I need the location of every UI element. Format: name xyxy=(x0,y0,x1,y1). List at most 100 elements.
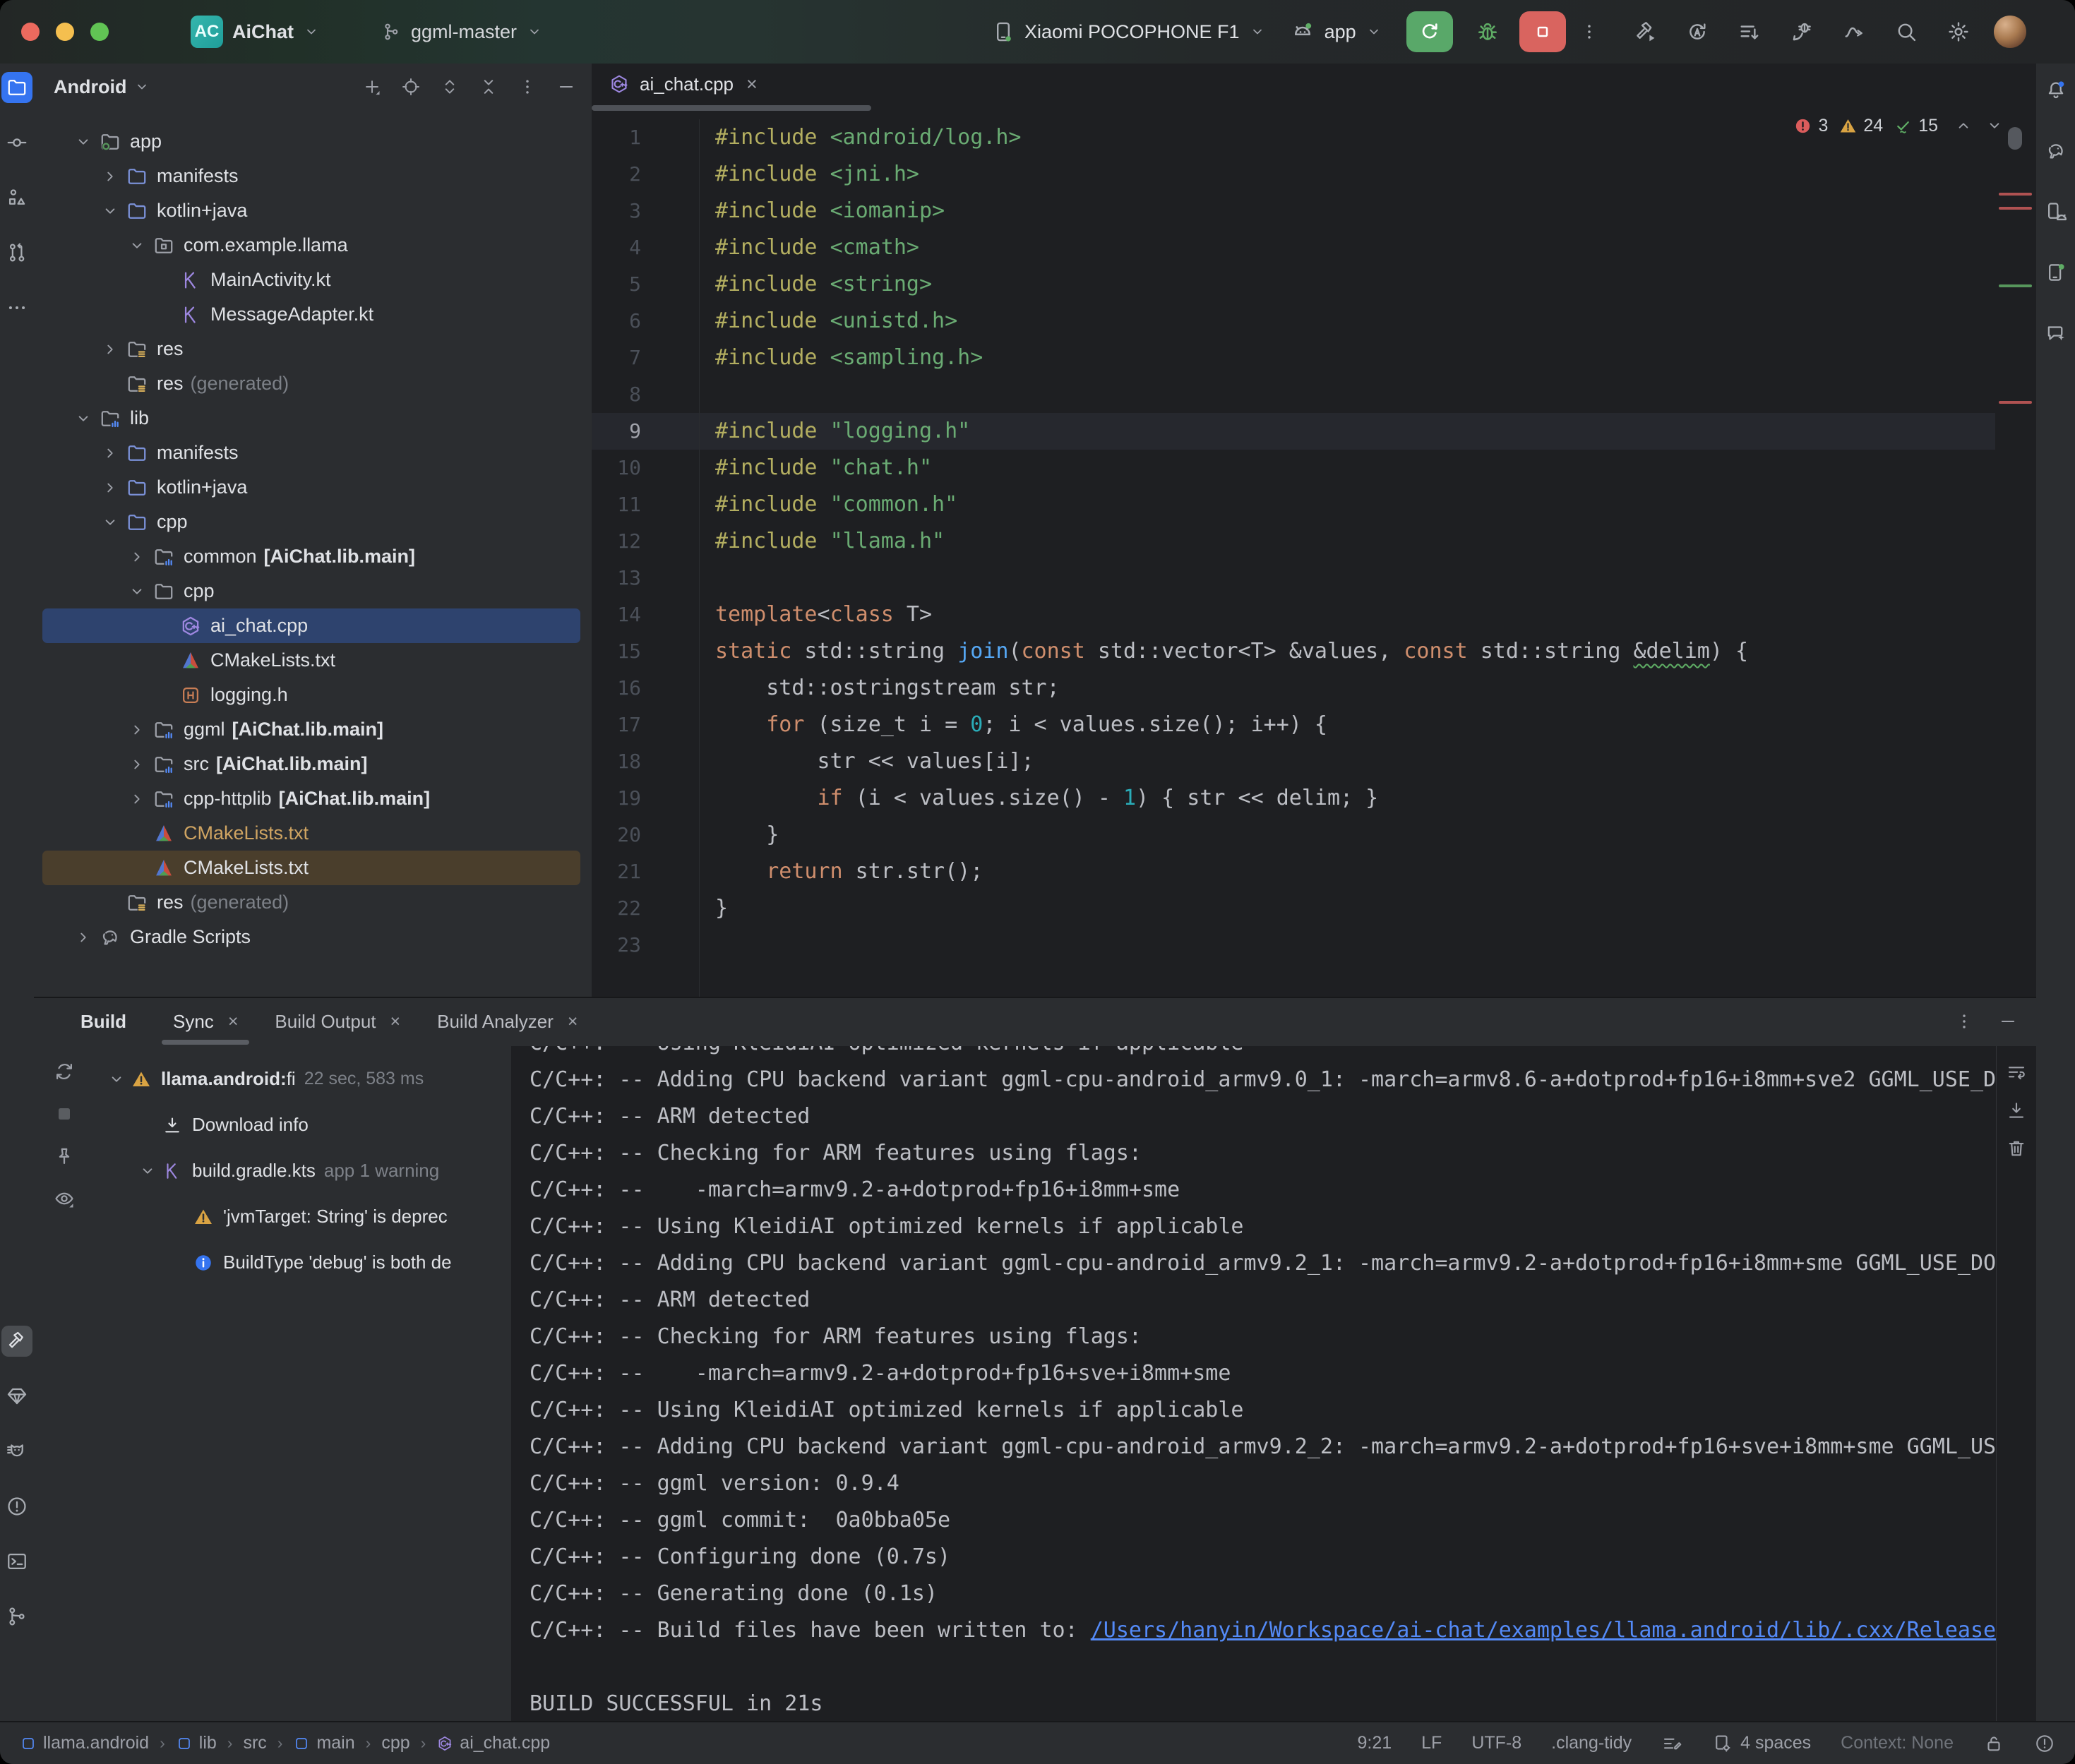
stop-build-icon[interactable] xyxy=(53,1103,76,1125)
project-selector[interactable]: AC AiChat xyxy=(191,16,320,48)
profiler-icon[interactable] xyxy=(1837,15,1871,49)
breadcrumb-cpp[interactable]: cpp xyxy=(381,1733,409,1753)
tree-item-cpp-httplib[interactable]: cpp-httplib [AiChat.lib.main] xyxy=(42,781,580,816)
tree-item-cmakelists-txt[interactable]: CMakeLists.txt xyxy=(42,816,580,851)
tree-item-app[interactable]: app xyxy=(42,124,580,159)
notifications-bell-icon[interactable] xyxy=(2040,75,2071,106)
build-tree-item-llama-android[interactable]: llama.android: fi22 sec, 583 ms xyxy=(95,1056,511,1102)
code-line-13[interactable]: 13 xyxy=(592,560,1995,596)
code-line-9[interactable]: 9#include "logging.h" xyxy=(592,413,1995,450)
chevron-right-icon[interactable] xyxy=(126,719,148,741)
editor-scrollbar-thumb[interactable] xyxy=(2008,127,2022,150)
error-stripe-mark[interactable] xyxy=(1999,401,2032,404)
chevron-right-icon[interactable] xyxy=(99,476,121,499)
device-selector[interactable]: Xiaomi POCOPHONE F1 xyxy=(991,20,1266,44)
build-tree-item-build-gradle-kts[interactable]: build.gradle.kts app 1 warning xyxy=(95,1148,511,1194)
chevron-right-icon[interactable] xyxy=(72,926,95,949)
add-icon[interactable] xyxy=(362,77,382,97)
tree-item-manifests[interactable]: manifests xyxy=(42,436,580,470)
error-stripe-mark[interactable] xyxy=(1999,284,2032,287)
attach-debugger-icon[interactable] xyxy=(1785,15,1819,49)
minimize-window-button[interactable] xyxy=(56,23,74,41)
more-run-actions-button[interactable] xyxy=(1579,15,1600,49)
ai-context[interactable]: Context: None xyxy=(1841,1733,1954,1753)
code-line-23[interactable]: 23 xyxy=(592,927,1995,964)
chevron-down-icon[interactable] xyxy=(99,200,121,222)
collapse-all-icon[interactable] xyxy=(479,77,498,97)
close-window-button[interactable] xyxy=(21,23,40,41)
build-window-label[interactable]: Build xyxy=(80,998,126,1045)
tree-item-manifests[interactable]: manifests xyxy=(42,159,580,193)
code-line-17[interactable]: 17 for (size_t i = 0; i < values.size();… xyxy=(592,707,1995,743)
expand-all-icon[interactable] xyxy=(440,77,460,97)
filter-eye-icon[interactable] xyxy=(53,1187,76,1210)
breadcrumb-main[interactable]: main xyxy=(293,1733,354,1753)
soft-wrap-icon[interactable] xyxy=(2006,1062,2027,1083)
commit-icon[interactable] xyxy=(1,127,32,158)
code-line-12[interactable]: 12#include "llama.h" xyxy=(592,523,1995,560)
error-stripe[interactable] xyxy=(1995,104,2036,997)
tab-sync[interactable]: Sync× xyxy=(155,998,256,1045)
close-tab-icon[interactable]: × xyxy=(568,1012,578,1032)
gradle-icon[interactable] xyxy=(2040,136,2071,167)
tree-item-ai-chat-cpp[interactable]: ai_chat.cpp xyxy=(42,608,580,643)
tree-item-messageadapter-kt[interactable]: MessageAdapter.kt xyxy=(42,297,580,332)
tree-item-res[interactable]: res xyxy=(42,332,580,366)
line-separator[interactable]: LF xyxy=(1421,1733,1442,1753)
build-tree-item-buildtype-debug-is-both-de[interactable]: BuildType 'debug' is both de xyxy=(95,1240,511,1285)
hide-panel-icon[interactable] xyxy=(556,77,576,97)
build-panel-options-icon[interactable] xyxy=(1954,1012,1974,1031)
build-tree-item-download-info[interactable]: Download info xyxy=(95,1102,511,1148)
file-encoding[interactable]: UTF-8 xyxy=(1471,1733,1521,1753)
vcs-branch-selector[interactable]: ggml-master xyxy=(381,21,543,43)
structure-icon[interactable] xyxy=(1,182,32,213)
code-line-5[interactable]: 5#include <string> xyxy=(592,266,1995,303)
breadcrumb-ai-chat-cpp[interactable]: ai_chat.cpp xyxy=(436,1733,550,1753)
chevron-down-icon[interactable] xyxy=(72,131,95,153)
tab-ai-chat-cpp[interactable]: ai_chat.cpp × xyxy=(592,64,775,104)
build-hammer-icon[interactable] xyxy=(1,1326,32,1357)
tree-item-src[interactable]: src [AiChat.lib.main] xyxy=(42,747,580,781)
code-line-2[interactable]: 2#include <jni.h> xyxy=(592,156,1995,193)
error-stripe-mark[interactable] xyxy=(1999,193,2032,196)
logcat-icon[interactable] xyxy=(1,1436,32,1467)
hide-build-panel-icon[interactable] xyxy=(1998,1012,2018,1031)
tree-item-cpp[interactable]: cpp xyxy=(42,574,580,608)
stop-button[interactable] xyxy=(1519,11,1566,52)
pin-icon[interactable] xyxy=(53,1145,76,1168)
avatar[interactable] xyxy=(1994,16,2026,48)
chevron-right-icon[interactable] xyxy=(126,753,148,776)
code-line-6[interactable]: 6#include <unistd.h> xyxy=(592,303,1995,340)
console-link[interactable]: /Users/hanyin/Workspace/ai-chat/examples… xyxy=(1091,1618,1996,1643)
code-line-19[interactable]: 19 if (i < values.size() - 1) { str << d… xyxy=(592,780,1995,817)
running-devices-icon[interactable] xyxy=(2040,257,2071,288)
code-line-8[interactable]: 8 xyxy=(592,376,1995,413)
code-line-18[interactable]: 18 str << values[i]; xyxy=(592,743,1995,780)
code-line-22[interactable]: 22} xyxy=(592,890,1995,927)
sync-project-icon[interactable] xyxy=(1733,15,1766,49)
code-line-16[interactable]: 16 std::ostringstream str; xyxy=(592,670,1995,707)
chevron-right-icon[interactable] xyxy=(99,442,121,464)
code-line-21[interactable]: 21 return str.str(); xyxy=(592,853,1995,890)
project-view-selector[interactable]: Android xyxy=(54,76,150,98)
problems-icon[interactable] xyxy=(1,1491,32,1522)
breadcrumb-llama-android[interactable]: llama.android xyxy=(20,1733,149,1753)
version-control-icon[interactable] xyxy=(1,1601,32,1632)
tree-item-ggml[interactable]: ggml [AiChat.lib.main] xyxy=(42,712,580,747)
chevron-right-icon[interactable] xyxy=(99,338,121,361)
app-quality-insights-icon[interactable] xyxy=(1,1381,32,1412)
chevron-right-icon[interactable] xyxy=(126,788,148,810)
inspections-status-icon[interactable] xyxy=(1661,1733,1682,1754)
debug-button[interactable] xyxy=(1469,11,1507,52)
breadcrumb-lib[interactable]: lib xyxy=(176,1733,217,1753)
chevron-down-icon[interactable] xyxy=(126,234,148,257)
lock-icon[interactable] xyxy=(1983,1733,2004,1754)
error-stripe-mark[interactable] xyxy=(1999,207,2032,210)
tab-build-analyzer[interactable]: Build Analyzer× xyxy=(419,998,596,1045)
caret-position[interactable]: 9:21 xyxy=(1357,1733,1392,1753)
chevron-down-icon[interactable] xyxy=(72,407,95,430)
code-line-15[interactable]: 15static std::string join(const std::vec… xyxy=(592,633,1995,670)
tree-item-res[interactable]: res (generated) xyxy=(42,366,580,401)
tree-item-cmakelists-txt[interactable]: CMakeLists.txt xyxy=(42,851,580,885)
code-area[interactable]: 1#include <android/log.h>2#include <jni.… xyxy=(592,119,1995,997)
